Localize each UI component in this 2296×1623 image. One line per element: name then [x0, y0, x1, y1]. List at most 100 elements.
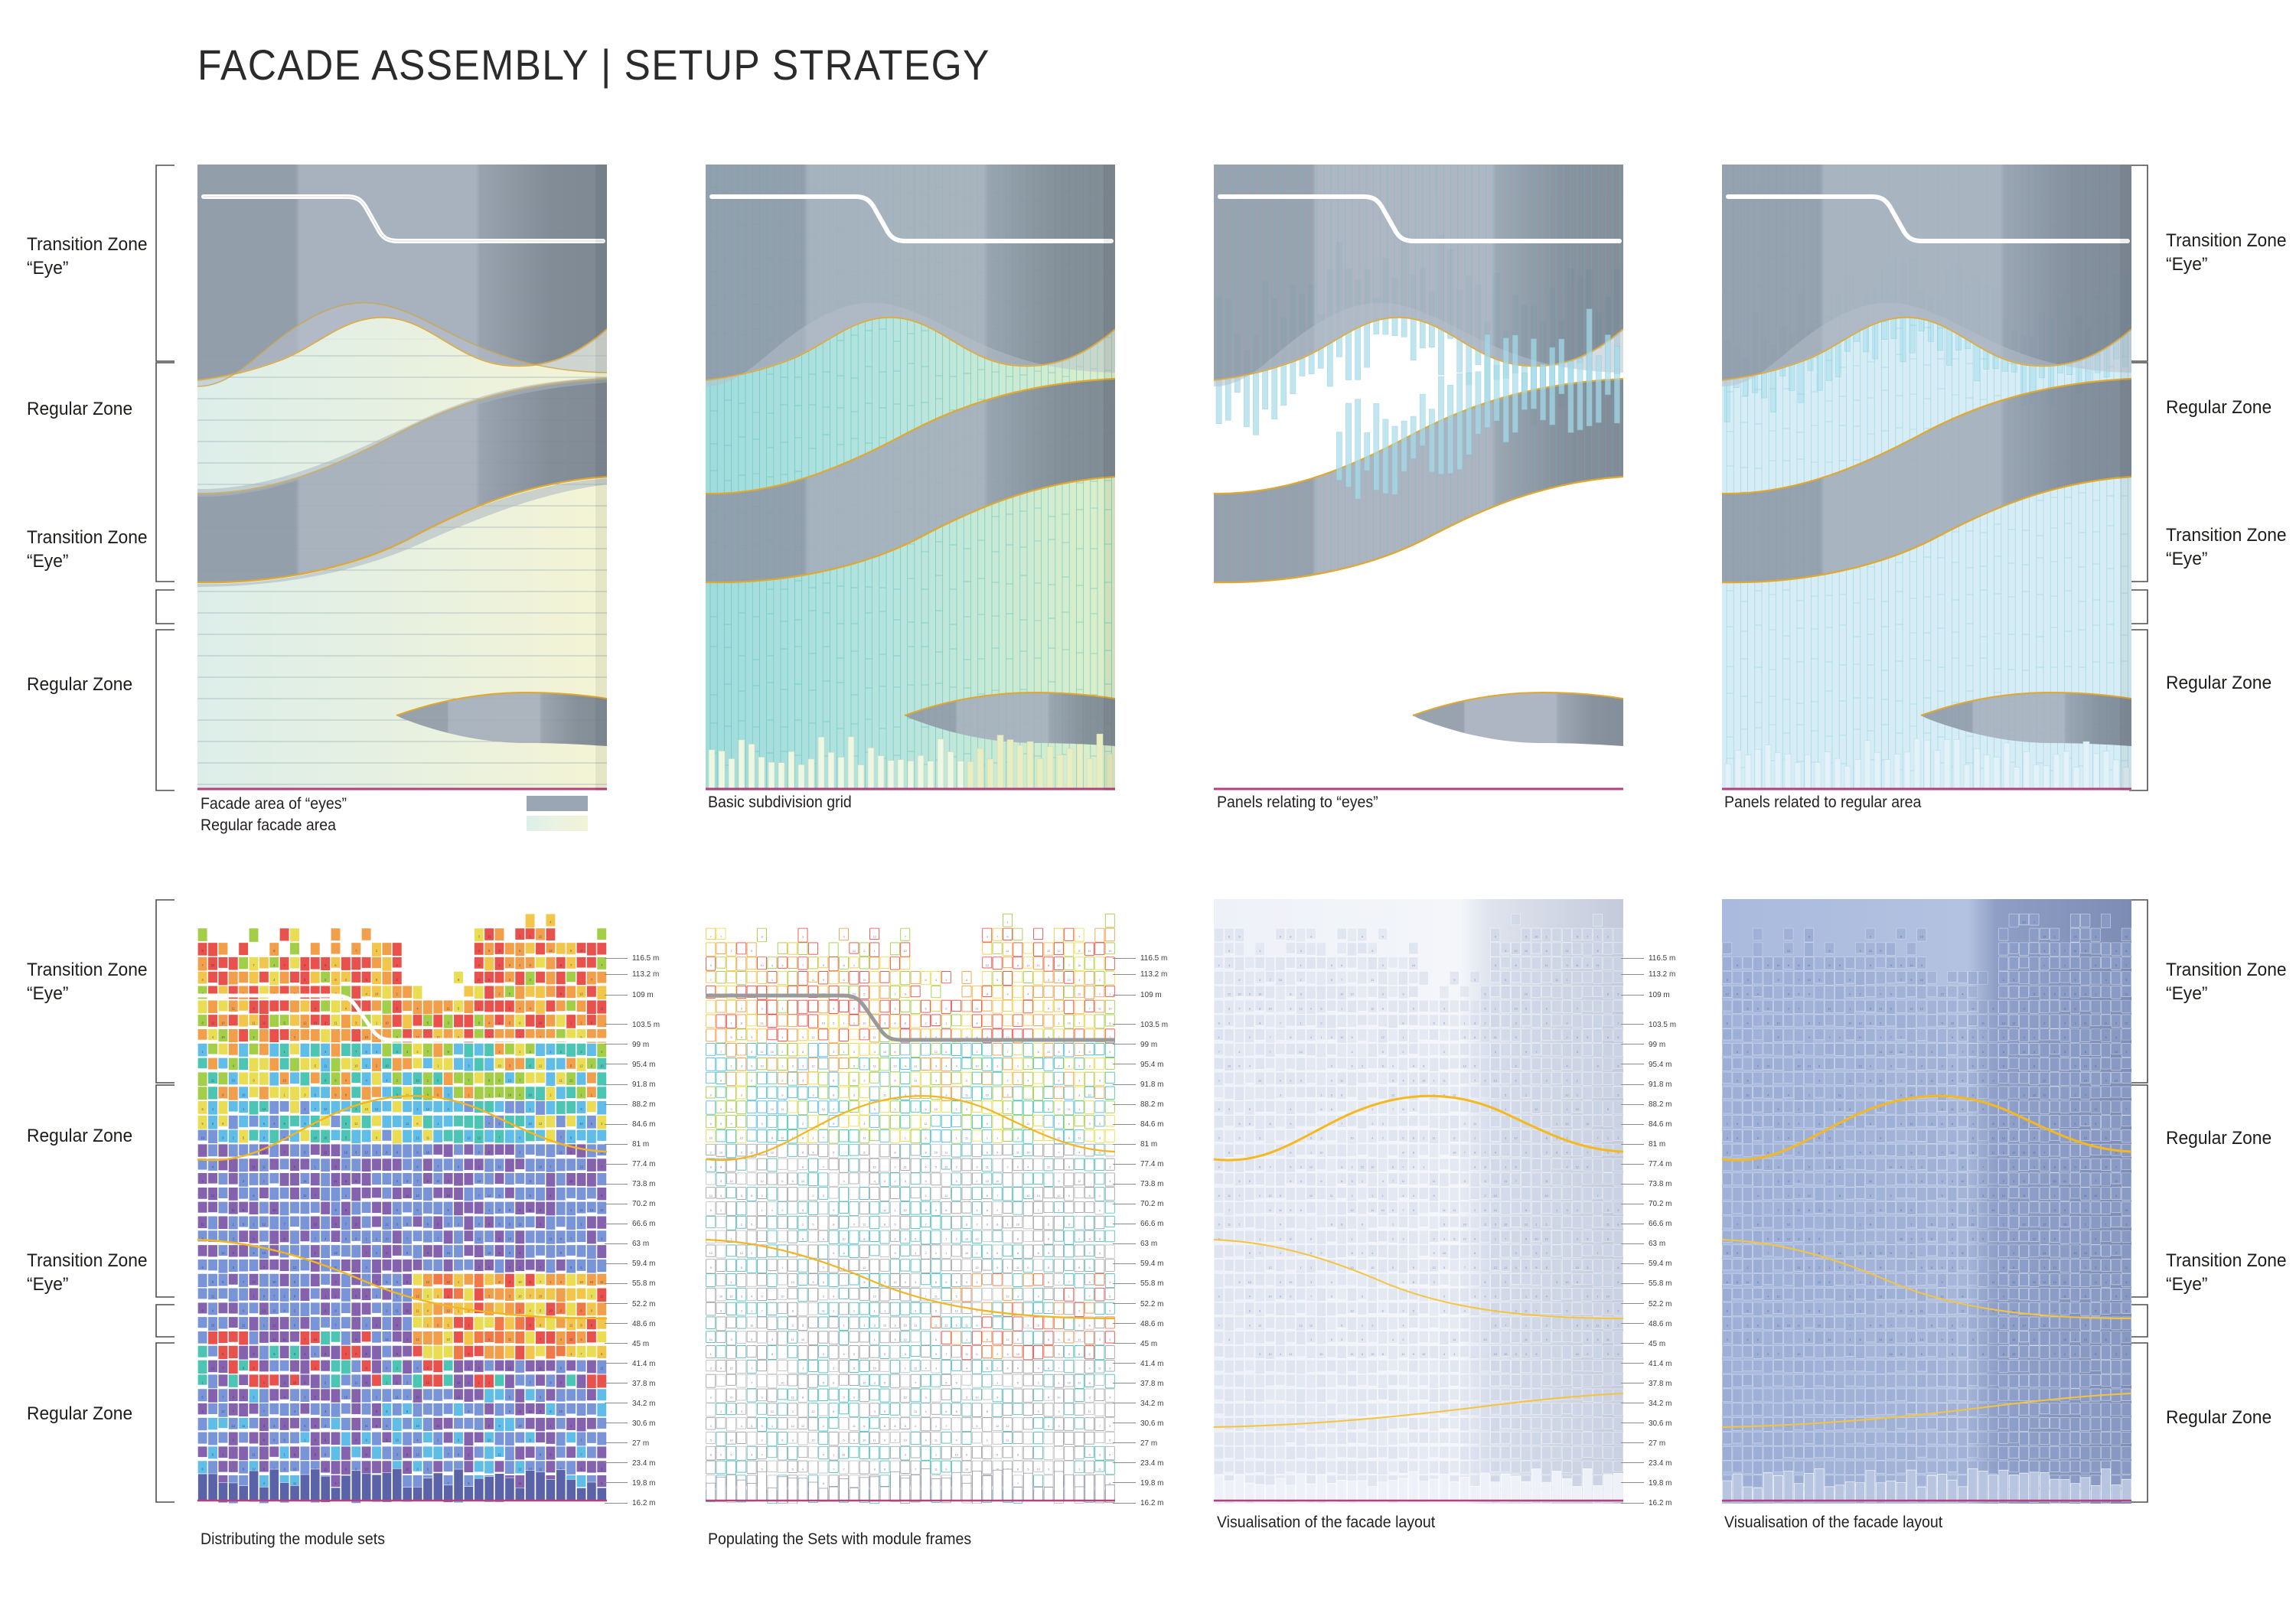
board-panels-eyes[interactable]: [1214, 165, 1623, 792]
svg-text:10: 10: [354, 1064, 358, 1068]
svg-text:10: 10: [446, 1338, 450, 1341]
svg-text:12: 12: [729, 1367, 733, 1370]
elevation-row: 52.2 m: [605, 1299, 657, 1309]
elevation-tick: [605, 1143, 628, 1145]
elevation-label: 88.2 m: [632, 1100, 656, 1110]
elevation-tick: [1113, 957, 1136, 959]
zone-label-left-b2: Regular Zone: [27, 1126, 133, 1146]
svg-text:12: 12: [232, 1424, 236, 1428]
svg-text:12: 12: [211, 1367, 215, 1370]
elevation-row: 91.8 m: [605, 1080, 657, 1089]
elevation-label: 23.4 m: [632, 1458, 656, 1468]
svg-text:12: 12: [600, 1280, 604, 1284]
svg-text:10: 10: [263, 1251, 266, 1255]
svg-text:10: 10: [822, 1021, 826, 1025]
board-facade-zones[interactable]: [197, 165, 607, 792]
zone-label-right-b3: Transition Zone “Eye”: [2166, 1250, 2287, 1295]
elevation-label: 19.8 m: [1649, 1478, 1672, 1488]
elevation-row: 66.6 m: [605, 1219, 657, 1228]
svg-text:10: 10: [771, 1107, 775, 1111]
svg-text:12: 12: [508, 1367, 512, 1370]
svg-text:10: 10: [364, 1467, 368, 1471]
svg-text:10: 10: [314, 1338, 318, 1341]
elevation-row: 41.4 m: [605, 1359, 657, 1368]
elevation-label: 59.4 m: [1649, 1259, 1672, 1269]
board-panels-regular[interactable]: [1722, 165, 2131, 792]
svg-text:12: 12: [263, 1309, 266, 1312]
svg-text:11: 11: [263, 1021, 266, 1025]
svg-text:11: 11: [232, 1208, 236, 1212]
elevation-label: 52.2 m: [1649, 1299, 1672, 1309]
svg-text:12: 12: [354, 1223, 358, 1227]
svg-text:12: 12: [760, 1179, 764, 1183]
elevation-label: 41.4 m: [1649, 1358, 1672, 1368]
svg-text:11: 11: [406, 1122, 409, 1126]
elevation-row: 88.2 m: [1621, 1100, 1673, 1109]
elevation-label: 66.6 m: [1649, 1219, 1672, 1229]
elevation-scale-right: 116.5 m 113.2 m 109 m 103.5 m 99 m 95.4 m 91.8…: [1621, 953, 1713, 1507]
svg-text:11: 11: [334, 1021, 338, 1025]
elevation-label: 113.2 m: [632, 970, 660, 979]
svg-text:11: 11: [354, 1381, 358, 1385]
svg-text:11: 11: [396, 1395, 400, 1399]
elevation-row: 109 m: [605, 990, 654, 999]
svg-text:12: 12: [811, 1035, 815, 1039]
elevation-row: 34.2 m: [1113, 1399, 1165, 1408]
svg-text:12: 12: [863, 1381, 866, 1385]
elevation-label: 30.6 m: [1140, 1418, 1164, 1428]
elevation-label: 52.2 m: [632, 1299, 656, 1309]
svg-text:12: 12: [263, 1107, 266, 1111]
elevation-tick: [605, 1163, 628, 1165]
elevation-tick: [1113, 1123, 1136, 1125]
elevation-row: 59.4 m: [1621, 1259, 1673, 1268]
svg-text:10: 10: [426, 1151, 430, 1155]
elevation-row: 103.5 m: [1113, 1020, 1169, 1029]
svg-text:12: 12: [590, 1208, 594, 1212]
board-module-frames[interactable]: 7 5 7 12 9 6 10 2 8 10 8 12 5 10 1 3 3 3 5 8 7 7 6 9 5 10 8 3 9 2 10 5 9…: [706, 899, 1115, 1504]
svg-text:10: 10: [396, 1439, 400, 1442]
svg-text:10: 10: [457, 1381, 461, 1385]
svg-text:10: 10: [508, 1237, 512, 1240]
elevation-row: 99 m: [1113, 1040, 1158, 1049]
svg-text:12: 12: [375, 1107, 379, 1111]
elevation-tick: [1621, 1044, 1644, 1045]
svg-text:10: 10: [518, 1280, 522, 1284]
board-subdivision-grid[interactable]: [706, 165, 1115, 792]
elevation-tick: [605, 1263, 628, 1264]
elevation-tick: [1113, 1183, 1136, 1185]
elevation-tick: [605, 957, 628, 959]
svg-text:10: 10: [863, 1439, 866, 1442]
svg-text:11: 11: [324, 1467, 328, 1471]
svg-text:10: 10: [781, 1295, 784, 1299]
svg-text:10: 10: [364, 1107, 368, 1111]
svg-text:10: 10: [416, 1079, 419, 1083]
svg-text:12: 12: [569, 1338, 573, 1341]
svg-text:11: 11: [252, 1453, 256, 1457]
elevation-row: 30.6 m: [605, 1419, 657, 1428]
elevation-row: 19.8 m: [605, 1478, 657, 1488]
elevation-label: 41.4 m: [632, 1358, 656, 1368]
board-visualisation-blue[interactable]: 5 12 8 2 9 3 8 6 8 9 5 9 9 5 2 9 9 7 3 6 3 6 5 4 2 8 10 1 11 4 2 6 4 8 9 2 9…: [1722, 899, 2131, 1504]
elevation-row: 41.4 m: [1113, 1359, 1165, 1368]
svg-text:10: 10: [344, 1395, 348, 1399]
elevation-row: 27 m: [1621, 1439, 1666, 1448]
svg-text:12: 12: [467, 1136, 471, 1140]
caption-board-7: Visualisation of the facade layout: [1217, 1514, 1436, 1531]
board-visualisation-light[interactable]: 1 8 1 7 2 9 5 9 8 9 8 9 7 8 6 1 12 8 2 10 9 8 11 7 11 4 9 6 10 7 4 8 5 9 4…: [1214, 899, 1623, 1504]
elevation-tick: [605, 1303, 628, 1305]
svg-text:10: 10: [559, 1410, 563, 1413]
board-module-sets[interactable]: 8749816510411895152610101141149412911410…: [197, 899, 607, 1504]
elevation-row: 88.2 m: [605, 1100, 657, 1109]
elevation-label: 73.8 m: [1140, 1179, 1164, 1189]
elevation-row: 45 m: [1621, 1339, 1666, 1348]
elevation-row: 88.2 m: [1113, 1100, 1165, 1109]
elevation-row: 19.8 m: [1113, 1478, 1165, 1488]
zone-label-left-b4: Regular Zone: [27, 1403, 133, 1424]
svg-text:10: 10: [416, 1424, 419, 1428]
svg-text:10: 10: [709, 1338, 713, 1341]
svg-text:10: 10: [750, 1151, 754, 1155]
elevation-label: 37.8 m: [1649, 1378, 1672, 1388]
svg-text:12: 12: [781, 1136, 784, 1140]
svg-text:12: 12: [416, 1194, 419, 1198]
elevation-tick: [1621, 1502, 1644, 1504]
